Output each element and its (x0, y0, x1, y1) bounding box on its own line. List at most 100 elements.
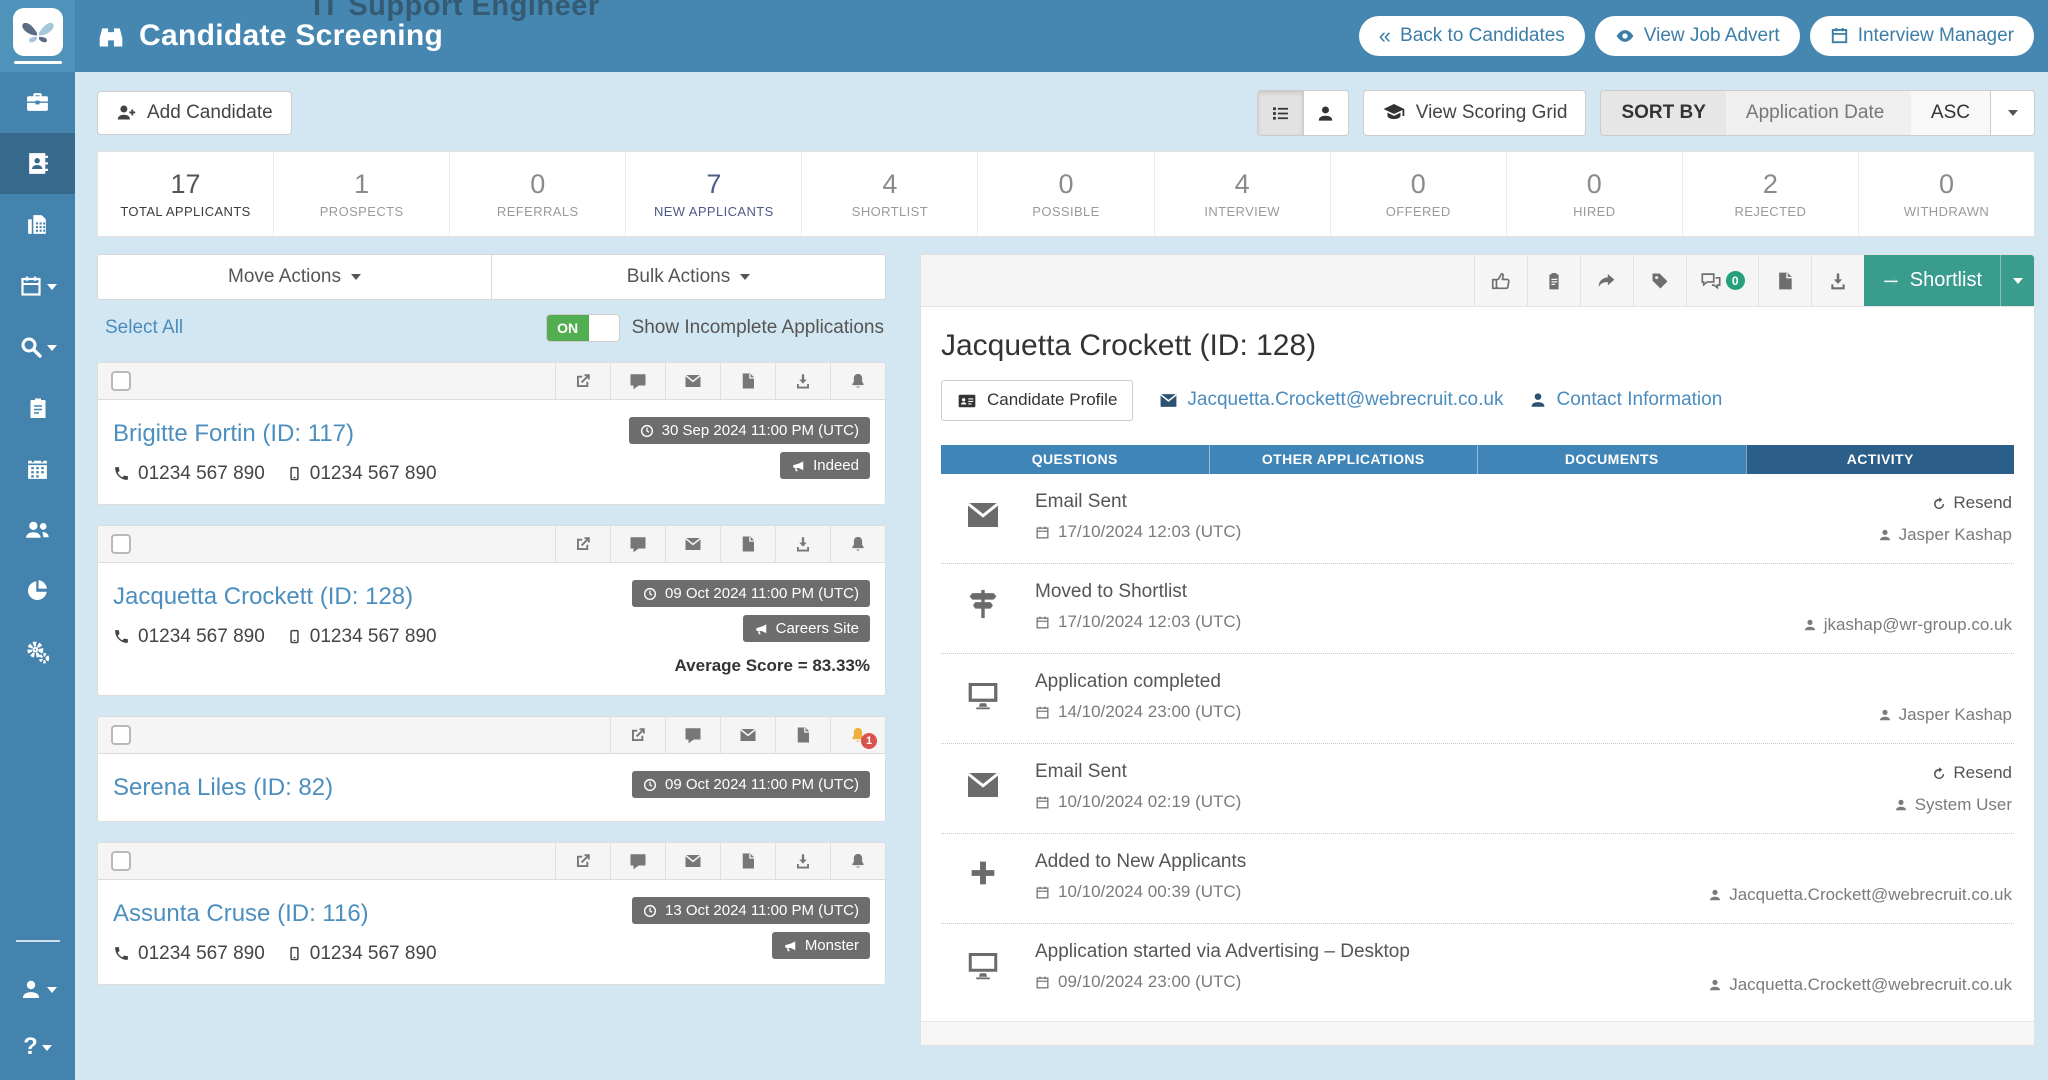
list-toolbar: Add Candidate View Scoring Grid SORT BY … (97, 90, 2035, 136)
back-to-candidates-button[interactable]: «Back to Candidates (1359, 16, 1585, 56)
candidate-checkbox[interactable] (111, 534, 131, 554)
sidebar-item-jobs[interactable] (0, 72, 75, 133)
candidate-checkbox[interactable] (111, 371, 131, 391)
stat-referrals[interactable]: 0REFERRALS (450, 152, 626, 236)
open-external-button[interactable] (555, 843, 610, 879)
notifications-button[interactable]: 1 (830, 717, 885, 753)
view-job-advert-button[interactable]: View Job Advert (1595, 16, 1800, 56)
documents-button[interactable] (720, 843, 775, 879)
tab-questions[interactable]: QUESTIONS (941, 445, 1209, 474)
notifications-button[interactable] (830, 363, 885, 399)
candidate-checkbox[interactable] (111, 851, 131, 871)
shortlist-split-button[interactable]: Shortlist (1864, 255, 2034, 306)
sidebar-item-user-menu[interactable] (0, 960, 75, 1018)
list-view-button[interactable] (1258, 91, 1303, 135)
candidate-name-link[interactable]: Brigitte Fortin (ID: 117) (113, 420, 354, 448)
add-candidate-button[interactable]: Add Candidate (97, 91, 292, 135)
download-button[interactable] (775, 363, 830, 399)
app-logo[interactable] (0, 0, 75, 72)
profile-view-button[interactable] (1303, 91, 1348, 135)
notifications-button[interactable] (830, 843, 885, 879)
comments-button[interactable]: 0 (1686, 255, 1758, 306)
contact-information-link[interactable]: Contact Information (1529, 389, 1722, 411)
comment-button[interactable] (610, 363, 665, 399)
sidebar-item-settings[interactable] (0, 621, 75, 682)
envelope-icon (684, 852, 702, 870)
documents-button[interactable] (720, 363, 775, 399)
download-button[interactable] (775, 843, 830, 879)
tag-button[interactable] (1633, 255, 1686, 306)
email-button[interactable] (665, 843, 720, 879)
sort-field-select[interactable]: Application Date (1726, 91, 1911, 135)
documents-button[interactable] (775, 717, 830, 753)
email-button[interactable] (665, 363, 720, 399)
comment-button[interactable] (610, 843, 665, 879)
select-all-link[interactable]: Select All (105, 317, 183, 339)
share-icon (1596, 270, 1617, 291)
application-date-badge: 09 Oct 2024 11:00 PM (UTC) (632, 771, 870, 798)
candidate-checkbox[interactable] (111, 725, 131, 745)
activity-row: Application started via Advertising – De… (941, 923, 2014, 1013)
stat-withdrawn[interactable]: 0WITHDRAWN (1859, 152, 2034, 236)
stat-hired[interactable]: 0HIRED (1507, 152, 1683, 236)
open-external-button[interactable] (555, 363, 610, 399)
sort-direction-button[interactable]: ASC (1911, 91, 1990, 135)
documents-button[interactable] (1758, 255, 1811, 306)
candidate-email-link[interactable]: Jacquetta.Crockett@webrecruit.co.uk (1159, 389, 1503, 411)
forward-button[interactable] (1580, 255, 1633, 306)
sidebar-item-tasks[interactable] (0, 377, 75, 438)
sort-options-button[interactable] (1990, 91, 2034, 135)
show-incomplete-toggle[interactable]: ON (546, 314, 620, 342)
stat-shortlist[interactable]: 4SHORTLIST (802, 152, 978, 236)
stat-new-applicants[interactable]: 7NEW APPLICANTS (626, 152, 802, 236)
rate-button[interactable] (1474, 255, 1527, 306)
notifications-button[interactable] (830, 526, 885, 562)
stat-offered[interactable]: 0OFFERED (1331, 152, 1507, 236)
bulk-actions-button[interactable]: Bulk Actions (491, 255, 885, 299)
megaphone-icon (791, 457, 805, 474)
tab-other-applications[interactable]: OTHER APPLICATIONS (1209, 445, 1478, 474)
sidebar-item-contacts[interactable] (0, 499, 75, 560)
download-button[interactable] (775, 526, 830, 562)
documents-button[interactable] (720, 526, 775, 562)
scorecard-button[interactable] (1527, 255, 1580, 306)
sidebar-item-fax[interactable] (0, 194, 75, 255)
comment-button[interactable] (665, 717, 720, 753)
interview-manager-button[interactable]: Interview Manager (1810, 16, 2034, 56)
tab-activity[interactable]: ACTIVITY (1746, 445, 2015, 474)
open-external-button[interactable] (610, 717, 665, 753)
resend-link[interactable]: Resend (1931, 492, 2012, 514)
calendar-icon (1035, 792, 1050, 812)
activity-date: 17/10/2024 12:03 (UTC) (1035, 522, 1878, 542)
envelope-icon (684, 372, 702, 390)
comment-button[interactable] (610, 526, 665, 562)
envelope-icon (739, 726, 757, 744)
stat-prospects[interactable]: 1PROSPECTS (274, 152, 450, 236)
download-button[interactable] (1811, 255, 1864, 306)
stat-possible[interactable]: 0POSSIBLE (978, 152, 1154, 236)
candidate-profile-button[interactable]: Candidate Profile (941, 380, 1133, 421)
email-button[interactable] (665, 526, 720, 562)
move-actions-button[interactable]: Move Actions (98, 255, 491, 299)
candidate-name-link[interactable]: Jacquetta Crockett (ID: 128) (113, 583, 413, 611)
email-button[interactable] (720, 717, 775, 753)
comment-icon (629, 852, 647, 870)
open-external-button[interactable] (555, 526, 610, 562)
sidebar-item-calendar-menu[interactable] (0, 255, 75, 316)
stat-interview[interactable]: 4INTERVIEW (1155, 152, 1331, 236)
candidate-name-link[interactable]: Assunta Cruse (ID: 116) (113, 900, 369, 928)
sidebar-item-candidates[interactable] (0, 133, 75, 194)
candidate-name-link[interactable]: Serena Liles (ID: 82) (113, 774, 333, 802)
mobile-icon (287, 626, 302, 648)
sidebar-item-reports[interactable] (0, 560, 75, 621)
stat-total-applicants[interactable]: 17TOTAL APPLICANTS (98, 152, 274, 236)
view-scoring-grid-button[interactable]: View Scoring Grid (1363, 90, 1587, 136)
stat-rejected[interactable]: 2REJECTED (1683, 152, 1859, 236)
tab-documents[interactable]: DOCUMENTS (1477, 445, 1746, 474)
sidebar-item-schedule[interactable] (0, 438, 75, 499)
sidebar-item-search-menu[interactable] (0, 316, 75, 377)
list-actions-bar: Move Actions Bulk Actions (97, 254, 886, 300)
resend-link[interactable]: Resend (1931, 762, 2012, 784)
sidebar-item-help-menu[interactable]: ? (0, 1018, 75, 1076)
shortlist-options-caret[interactable] (2000, 255, 2034, 307)
